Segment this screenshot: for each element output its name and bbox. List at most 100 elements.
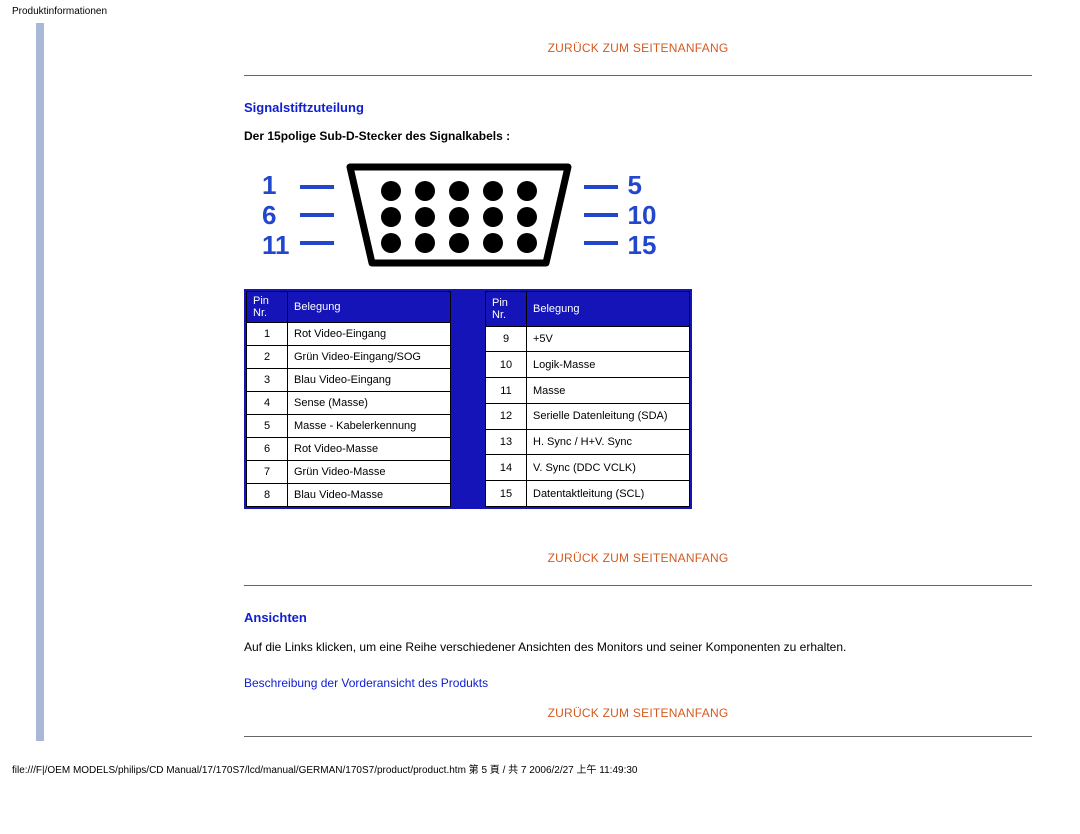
table-header-row: Pin Nr. Belegung <box>486 292 690 327</box>
pin-dot-icon <box>381 181 401 201</box>
label: 10 <box>628 202 657 228</box>
line-icon <box>300 241 334 245</box>
cell-pin: 13 <box>486 429 527 455</box>
th-assignment: Belegung <box>288 292 451 323</box>
table-row: 8Blau Video-Masse <box>247 484 451 507</box>
table-row: 10Logik-Masse <box>486 352 690 378</box>
section-title-views: Ansichten <box>244 604 1032 639</box>
cell-pin: 5 <box>247 415 288 438</box>
label: 11 <box>262 232 290 258</box>
cell-assignment: +5V <box>527 326 690 352</box>
cell-pin: 8 <box>247 484 288 507</box>
label: 6 <box>262 202 290 228</box>
cell-assignment: Grün Video-Eingang/SOG <box>288 346 451 369</box>
divider <box>244 75 1032 76</box>
line-icon <box>584 185 618 189</box>
connector-right-lines <box>584 185 618 245</box>
cell-assignment: Datentaktleitung (SCL) <box>527 481 690 507</box>
th-assignment: Belegung <box>527 292 690 327</box>
page-layout: ZURÜCK ZUM SEITENANFANG Signalstiftzutei… <box>0 23 1080 741</box>
pin-dot-icon <box>517 233 537 253</box>
table-header-row: Pin Nr. Belegung <box>247 292 451 323</box>
table-row: 5Masse - Kabelerkennung <box>247 415 451 438</box>
cell-assignment: V. Sync (DDC VCLK) <box>527 455 690 481</box>
cell-pin: 1 <box>247 323 288 346</box>
pin-dot-icon <box>415 207 435 227</box>
cell-pin: 2 <box>247 346 288 369</box>
pin-dot-icon <box>483 181 503 201</box>
connector-diagram: 1 6 11 <box>244 155 1032 289</box>
cell-assignment: Grün Video-Masse <box>288 461 451 484</box>
pin-dot-icon <box>415 181 435 201</box>
content-area: ZURÜCK ZUM SEITENANFANG Signalstiftzutei… <box>44 23 1044 741</box>
cell-pin: 11 <box>486 378 527 404</box>
pin-row <box>381 207 537 227</box>
cell-assignment: Logik-Masse <box>527 352 690 378</box>
cell-pin: 12 <box>486 403 527 429</box>
section-title-pin-assignment: Signalstiftzuteilung <box>244 94 1032 129</box>
back-to-top-link[interactable]: ZURÜCK ZUM SEITENANFANG <box>244 698 1032 728</box>
pin-dot-icon <box>517 181 537 201</box>
cell-assignment: Sense (Masse) <box>288 392 451 415</box>
label: 15 <box>628 232 657 258</box>
line-icon <box>300 213 334 217</box>
pin-dot-icon <box>449 233 469 253</box>
line-icon <box>584 213 618 217</box>
pin-dot-icon <box>483 207 503 227</box>
cell-pin: 9 <box>486 326 527 352</box>
label: 1 <box>262 172 290 198</box>
line-icon <box>584 241 618 245</box>
table-gap <box>451 291 485 507</box>
back-to-top-link[interactable]: ZURÜCK ZUM SEITENANFANG <box>244 509 1032 577</box>
page-header: Produktinformationen <box>0 0 1080 23</box>
pin-dot-icon <box>517 207 537 227</box>
pin-dot-icon <box>449 207 469 227</box>
pin-table-left: Pin Nr. Belegung 1Rot Video-Eingang 2Grü… <box>246 291 451 507</box>
table-row: 6Rot Video-Masse <box>247 438 451 461</box>
cell-assignment: H. Sync / H+V. Sync <box>527 429 690 455</box>
pin-dot-icon <box>381 207 401 227</box>
table-row: 1Rot Video-Eingang <box>247 323 451 346</box>
connector-body <box>344 163 574 267</box>
views-body-text: Auf die Links klicken, um eine Reihe ver… <box>244 639 1032 668</box>
back-to-top-link[interactable]: ZURÜCK ZUM SEITENANFANG <box>244 23 1032 67</box>
cell-pin: 7 <box>247 461 288 484</box>
th-pin: Pin Nr. <box>486 292 527 327</box>
pin-tables: Pin Nr. Belegung 1Rot Video-Eingang 2Grü… <box>244 289 692 509</box>
table-row: 3Blau Video-Eingang <box>247 369 451 392</box>
pin-table-right: Pin Nr. Belegung 9+5V 10Logik-Masse 11Ma… <box>485 291 690 507</box>
connector-left-lines <box>300 185 334 245</box>
connector-left-numbers: 1 6 11 <box>262 172 290 258</box>
table-row: 11Masse <box>486 378 690 404</box>
divider <box>244 736 1032 737</box>
table-row: 4Sense (Masse) <box>247 392 451 415</box>
pin-row <box>381 233 537 253</box>
table-row: 13H. Sync / H+V. Sync <box>486 429 690 455</box>
cell-assignment: Rot Video-Masse <box>288 438 451 461</box>
cell-assignment: Blau Video-Masse <box>288 484 451 507</box>
front-view-link[interactable]: Beschreibung der Vorderansicht des Produ… <box>244 668 1032 698</box>
table-row: 7Grün Video-Masse <box>247 461 451 484</box>
table-row: 2Grün Video-Eingang/SOG <box>247 346 451 369</box>
pin-assignment-subtitle: Der 15polige Sub-D-Stecker des Signalkab… <box>244 129 1032 155</box>
pin-dot-icon <box>415 233 435 253</box>
pin-dot-icon <box>381 233 401 253</box>
th-pin: Pin Nr. <box>247 292 288 323</box>
cell-assignment: Rot Video-Eingang <box>288 323 451 346</box>
cell-pin: 15 <box>486 481 527 507</box>
cell-assignment: Masse - Kabelerkennung <box>288 415 451 438</box>
table-row: 15Datentaktleitung (SCL) <box>486 481 690 507</box>
cell-pin: 4 <box>247 392 288 415</box>
cell-assignment: Masse <box>527 378 690 404</box>
connector-right-numbers: 5 10 15 <box>628 172 657 258</box>
cell-assignment: Blau Video-Eingang <box>288 369 451 392</box>
side-stripe <box>36 23 44 741</box>
connector-pins <box>344 163 574 267</box>
page-footer: file:///F|/OEM MODELS/philips/CD Manual/… <box>0 741 1080 786</box>
cell-assignment: Serielle Datenleitung (SDA) <box>527 403 690 429</box>
line-icon <box>300 185 334 189</box>
cell-pin: 14 <box>486 455 527 481</box>
pin-row <box>381 181 537 201</box>
cell-pin: 10 <box>486 352 527 378</box>
pin-dot-icon <box>449 181 469 201</box>
